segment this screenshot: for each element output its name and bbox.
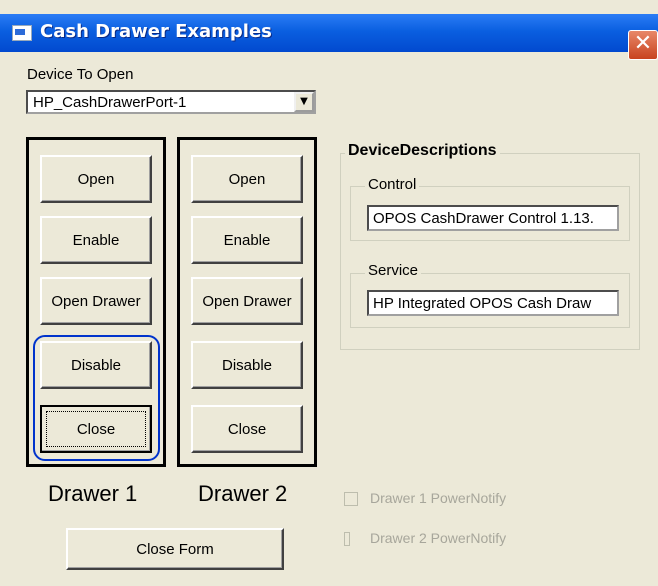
drawer1-close-button[interactable]: Close	[40, 405, 152, 453]
service-field[interactable]: HP Integrated OPOS Cash Draw	[367, 290, 619, 316]
drawer2-open-drawer-button[interactable]: Open Drawer	[191, 277, 303, 325]
device-select[interactable]: HP_CashDrawerPort-1 ▼	[26, 90, 316, 114]
drawer1-enable-button[interactable]: Enable	[40, 216, 152, 264]
window-title: Cash Drawer Examples	[40, 21, 272, 42]
drawer2-open-button[interactable]: Open	[191, 155, 303, 203]
drawer2-caption: Drawer 2	[198, 481, 288, 506]
drawer2-close-button[interactable]: Close	[191, 405, 303, 453]
drawer1-caption: Drawer 1	[48, 481, 138, 506]
drawer1-open-drawer-button[interactable]: Open Drawer	[40, 277, 152, 325]
drawer2-disable-button[interactable]: Disable	[191, 341, 303, 389]
focus-ring	[46, 411, 146, 447]
device-select-value: HP_CashDrawerPort-1	[33, 94, 187, 111]
close-window-button[interactable]: ✕	[628, 30, 658, 60]
drawer1-powernotify-label: Drawer 1 PowerNotify	[370, 490, 507, 506]
drawer1-open-button[interactable]: Open	[40, 155, 152, 203]
close-icon: ✕	[633, 31, 653, 56]
chevron-down-icon[interactable]: ▼	[294, 92, 314, 112]
drawer2-powernotify-label: Drawer 2 PowerNotify	[370, 530, 507, 546]
main-window: Cash Drawer Examples ✕ Device To Open HP…	[0, 0, 658, 586]
service-label: Service	[365, 262, 422, 279]
control-field[interactable]: OPOS CashDrawer Control 1.13.	[367, 205, 619, 231]
title-bar[interactable]: Cash Drawer Examples ✕	[0, 14, 658, 60]
app-icon	[12, 25, 32, 41]
device-descriptions-title: DeviceDescriptions	[345, 142, 500, 160]
drawer2-powernotify-checkbox[interactable]	[344, 532, 350, 546]
control-label: Control	[365, 176, 420, 193]
drawer2-enable-button[interactable]: Enable	[191, 216, 303, 264]
drawer1-disable-button[interactable]: Disable	[40, 341, 152, 389]
device-label: Device To Open	[27, 66, 134, 83]
close-form-button[interactable]: Close Form	[66, 528, 284, 570]
drawer1-powernotify-checkbox[interactable]	[344, 492, 358, 506]
